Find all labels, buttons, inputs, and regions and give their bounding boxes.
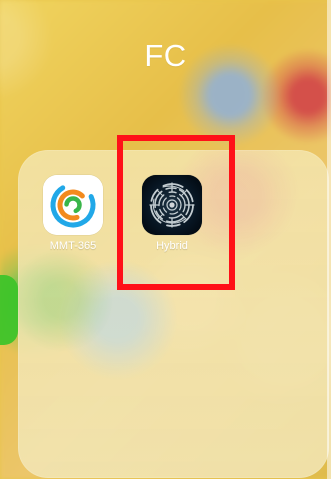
app-label: MMT-365 [49,240,97,252]
right-screen-edge [327,0,331,479]
folder-title: FC [144,38,187,73]
circular-progress-app-icon[interactable] [43,175,103,235]
ios-folder-screen: FC MMT-365 Hybrid [0,0,331,479]
blurred-green-app-edge [0,275,18,345]
app-hybrid[interactable]: Hybrid [132,175,212,261]
app-label: Hybrid [156,240,188,252]
app-mmt-365[interactable]: MMT-365 [33,175,113,261]
maze-orb-app-icon[interactable] [142,175,202,235]
